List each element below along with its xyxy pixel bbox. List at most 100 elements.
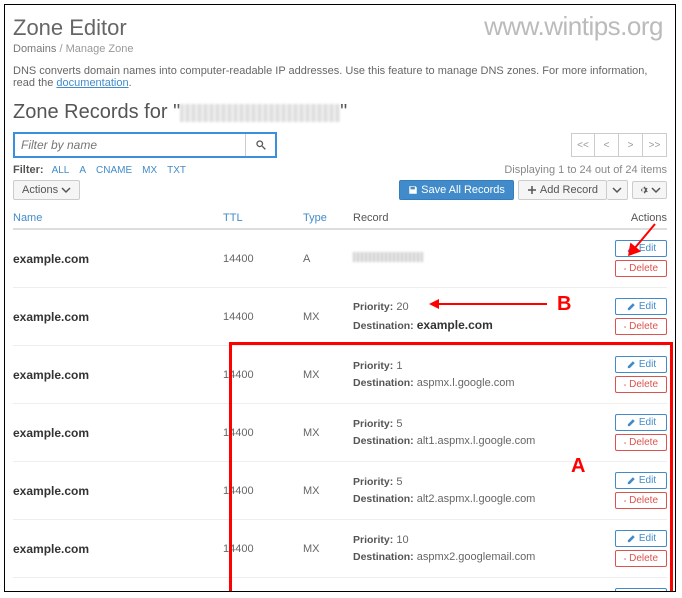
record-ttl: 14400 [223,485,303,497]
save-icon [408,185,418,195]
chevron-down-icon [651,185,661,195]
filter-a[interactable]: A [79,165,86,176]
record-priority: 5 [396,418,402,430]
record-type: MX [303,427,353,439]
record-name: example.com [13,310,89,324]
record-name: example.com [13,252,89,266]
priority-label: Priority: [353,418,393,430]
filter-label: Filter: [13,164,44,176]
filter-cname[interactable]: CNAME [96,165,132,176]
record-destination: alt2.aspmx.l.google.com [417,493,536,505]
record-ttl: 14400 [223,543,303,555]
destination-label: Destination: [353,493,414,505]
documentation-link[interactable]: documentation [56,77,128,89]
destination-label: Destination: [353,320,414,332]
pencil-icon [626,302,636,312]
pencil-icon [626,534,636,544]
record-type: MX [303,369,353,381]
record-name: example.com [13,484,89,498]
redacted-domain [180,104,340,122]
pencil-icon [626,592,636,593]
plus-icon [527,185,537,195]
settings-dropdown[interactable] [632,181,667,199]
edit-button[interactable]: Edit [615,472,667,489]
pager-last[interactable]: >> [643,133,667,157]
delete-button[interactable]: Delete [615,376,667,393]
edit-button[interactable]: Edit [615,414,667,431]
save-all-records-button[interactable]: Save All Records [399,180,514,200]
trash-icon [624,322,626,332]
search-input[interactable] [15,134,245,156]
edit-button[interactable]: Edit [615,356,667,373]
delete-button[interactable]: Delete [615,550,667,567]
pager-next[interactable]: > [619,133,643,157]
record-ttl: 14400 [223,311,303,323]
actions-dropdown[interactable]: Actions [13,180,80,200]
search-button[interactable] [245,134,275,156]
table-row: example.com14400AEditDelete [13,230,667,288]
delete-button[interactable]: Delete [615,492,667,509]
display-counter: Displaying 1 to 24 out of 24 items [504,164,667,176]
record-destination: aspmx2.googlemail.com [417,551,536,563]
record-destination: alt1.aspmx.l.google.com [417,435,536,447]
pager-prev[interactable]: < [595,133,619,157]
record-type: MX [303,485,353,497]
add-record-button[interactable]: Add Record [518,180,607,200]
trash-icon [624,438,626,448]
chevron-down-icon [61,185,71,195]
pencil-icon [626,244,636,254]
table-row: example.com14400MXPriority: 20Destinatio… [13,288,667,346]
edit-button[interactable]: Edit [615,240,667,257]
chevron-down-icon [612,185,622,195]
record-name: example.com [13,426,89,440]
priority-label: Priority: [353,476,393,488]
edit-button[interactable]: Edit [615,530,667,547]
page-description: DNS converts domain names into computer-… [13,65,667,89]
record-ttl: 14400 [223,427,303,439]
record-destination: aspmx.l.google.com [417,377,515,389]
delete-button[interactable]: Delete [615,260,667,277]
zone-records-heading: Zone Records for "" [13,101,667,124]
breadcrumb-root[interactable]: Domains [13,43,56,55]
pencil-icon [626,476,636,486]
table-row: example.com14400MXPriority: 10Destinatio… [13,520,667,578]
redacted-ip [353,252,423,262]
filter-search-box [13,132,277,158]
edit-button[interactable]: Edit [615,298,667,315]
filter-all[interactable]: All [52,165,70,176]
destination-label: Destination: [353,551,414,563]
edit-button[interactable]: Edit [615,588,667,592]
trash-icon [624,496,626,506]
record-type: A [303,253,353,265]
pager-first[interactable]: << [571,133,595,157]
pencil-icon [626,418,636,428]
priority-label: Priority: [353,301,393,313]
table-row: example.com14400MXPriority: 10Destinatio… [13,578,667,592]
breadcrumb: Domains / Manage Zone [13,43,667,55]
col-type[interactable]: Type [303,212,327,224]
delete-button[interactable]: Delete [615,318,667,335]
priority-label: Priority: [353,534,393,546]
pencil-icon [626,360,636,370]
trash-icon [624,554,626,564]
record-priority: 1 [396,360,402,372]
filter-mx[interactable]: MX [142,165,157,176]
search-icon [256,140,266,150]
record-type: MX [303,543,353,555]
col-name[interactable]: Name [13,212,42,224]
record-ttl: 14400 [223,369,303,381]
page-title: Zone Editor [13,15,667,41]
table-row: example.com14400MXPriority: 5Destination… [13,404,667,462]
record-priority: 10 [396,534,408,546]
table-header: Name TTL Type Record Actions [13,206,667,230]
trash-icon [624,264,626,274]
record-destination: example.com [417,318,493,332]
add-record-caret[interactable] [607,180,628,200]
col-ttl[interactable]: TTL [223,212,243,224]
trash-icon [624,380,626,390]
destination-label: Destination: [353,377,414,389]
filter-txt[interactable]: TXT [167,165,186,176]
delete-button[interactable]: Delete [615,434,667,451]
record-type: MX [303,311,353,323]
record-priority: 5 [396,476,402,488]
